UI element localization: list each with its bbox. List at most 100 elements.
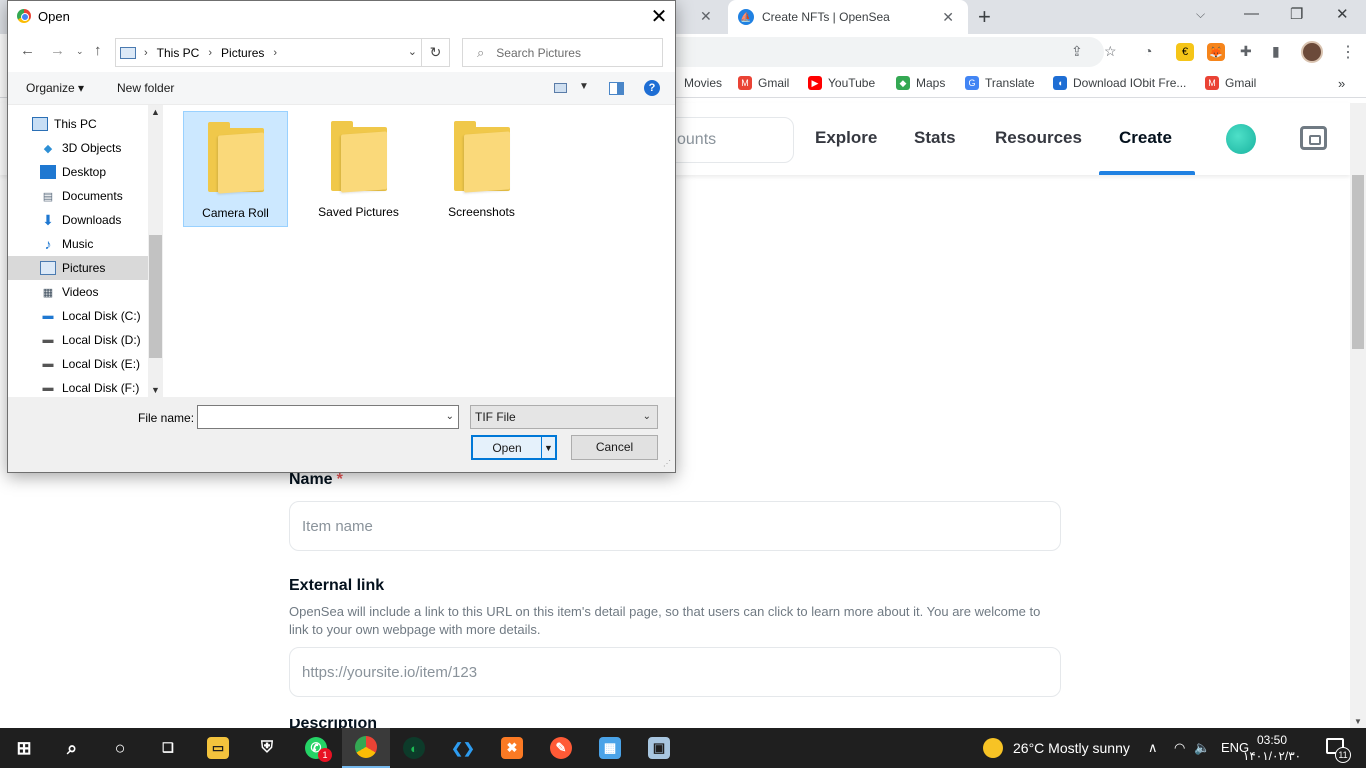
nav-explore[interactable]: Explore [815,128,877,148]
address-dropdown-icon[interactable]: ⌄ [408,45,417,58]
folder-camera-roll[interactable]: Camera Roll [183,111,288,227]
profile-avatar[interactable] [1301,41,1323,63]
open-button[interactable]: Open ▼ [471,435,557,460]
bookmark-translate[interactable]: G Translate [965,76,1035,90]
tree-item-local-disk-d[interactable]: ▬ Local Disk (D:) [8,328,148,352]
page-scrollbar[interactable]: ▼ [1350,103,1366,728]
browser-menu-icon[interactable]: ⋮ [1340,42,1356,62]
navigation-scrollbar[interactable]: ▲ ▼ [148,105,163,397]
page-scroll-thumb[interactable] [1352,175,1364,349]
help-icon[interactable]: ? [644,80,660,96]
external-link-input[interactable]: https://yoursite.io/item/123 [289,647,1061,697]
start-button[interactable]: ⊞ [0,728,48,768]
share-icon[interactable]: ⇪ [1071,43,1083,60]
nav-resources[interactable]: Resources [995,128,1082,148]
organize-menu[interactable]: Organize ▾ [26,81,84,95]
back-arrow-icon[interactable]: ← [20,42,35,59]
folder-screenshots[interactable]: Screenshots [429,111,534,227]
tree-item-pictures[interactable]: Pictures [8,256,148,280]
file-name-input[interactable]: ⌄ [197,405,459,429]
tree-item-videos[interactable]: ▦ Videos [8,280,148,304]
view-options-icon[interactable] [554,83,567,93]
bookmarks-overflow-icon[interactable]: » [1338,76,1345,91]
file-type-dropdown-icon[interactable]: ⌄ [643,411,651,422]
tab-close-icon[interactable]: ✕ [938,9,958,26]
wifi-icon[interactable]: ◠ [1174,740,1185,756]
taskbar-control-panel[interactable]: ▦ [586,728,634,768]
cortana-button[interactable]: ○ [96,728,144,768]
scroll-down-arrow-icon[interactable]: ▼ [151,385,160,395]
dialog-search-input[interactable]: ⌕ Search Pictures [462,38,663,67]
bookmark-movies[interactable]: Movies [684,76,722,90]
tab-search-icon[interactable]: ⌵ [1196,7,1205,22]
forward-arrow-icon[interactable]: → [50,42,65,59]
breadcrumb-pictures[interactable]: Pictures [221,46,264,60]
taskbar-chrome[interactable] [342,728,390,768]
refresh-button[interactable]: ↻ [422,38,450,67]
file-name-dropdown-icon[interactable]: ⌄ [446,411,454,422]
taskbar-security[interactable]: ⛨ [243,728,291,768]
extensions-puzzle-icon[interactable]: ✚ [1240,43,1252,60]
tab-close-icon[interactable]: ✕ [700,8,712,25]
account-avatar[interactable] [1226,124,1256,154]
folder-saved-pictures[interactable]: Saved Pictures [306,111,411,227]
weather-widget[interactable]: 26°C Mostly sunny [983,738,1130,758]
tree-item-downloads[interactable]: ⬇ Downloads [8,208,148,232]
tree-item-documents[interactable]: ▤ Documents [8,184,148,208]
scroll-up-arrow-icon[interactable]: ▲ [151,107,160,117]
new-tab-button[interactable]: + [978,4,991,30]
dialog-address-bar[interactable]: › This PC › Pictures › ⌄ [115,38,422,67]
tree-item-desktop[interactable]: Desktop [8,160,148,184]
navigation-scroll-thumb[interactable] [149,235,162,358]
minimize-button[interactable]: — [1244,5,1259,22]
browser-tab-active[interactable]: ⛵ Create NFTs | OpenSea ✕ [728,0,968,34]
bookmark-maps[interactable]: ◆ Maps [896,76,945,90]
taskbar-xampp[interactable]: ✖ [488,728,536,768]
bookmark-youtube[interactable]: ▶ YouTube [808,76,875,90]
close-window-button[interactable]: ✕ [1336,5,1349,23]
item-name-input[interactable]: Item name [289,501,1061,551]
cancel-button[interactable]: Cancel [571,435,658,460]
volume-icon[interactable]: 🔈 [1194,740,1210,756]
breadcrumb-this-pc[interactable]: This PC [157,46,200,60]
tree-item-this-pc[interactable]: This PC [8,112,148,136]
taskbar-vscode[interactable]: ❮❯ [439,728,487,768]
address-bar[interactable] [676,37,1104,67]
new-folder-button[interactable]: New folder [117,81,174,95]
taskbar-pen-app[interactable]: ✎ [537,728,585,768]
tree-item-local-disk-c[interactable]: ▬ Local Disk (C:) [8,304,148,328]
metamask-icon[interactable]: 🦊 [1207,43,1225,61]
dialog-close-button[interactable]: ✕ [645,3,673,31]
taskbar-file-explorer[interactable]: ▭ [194,728,242,768]
nav-create[interactable]: Create [1119,128,1172,148]
resize-grip-icon[interactable]: ⋰ [663,459,671,468]
view-dropdown-icon[interactable]: ▼ [579,81,589,92]
speed-extension-icon[interactable]: ◔ [1144,43,1152,59]
taskbar-search-button[interactable]: ⌕ [48,728,96,768]
tree-item-local-disk-e[interactable]: ▬ Local Disk (E:) [8,352,148,376]
nav-stats[interactable]: Stats [914,128,956,148]
bookmark-gmail-2[interactable]: M Gmail [1205,76,1256,90]
dialog-titlebar[interactable]: Open ✕ [8,1,675,32]
recent-locations-chevron-icon[interactable]: ⌄ [76,46,84,57]
extension-icon[interactable]: € [1176,43,1194,61]
task-view-button[interactable]: ❏ [144,728,192,768]
taskbar-window-app[interactable]: ▣ [635,728,683,768]
restore-button[interactable]: ❐ [1290,5,1303,23]
breadcrumb-chevron-icon[interactable]: › [273,47,277,59]
preview-pane-icon[interactable] [609,82,624,95]
bookmark-iobit[interactable]: ◖ Download IObit Fre... [1053,76,1186,90]
taskbar-app-d[interactable]: ◐ [390,728,438,768]
wallet-icon[interactable] [1300,126,1327,150]
tray-chevron-icon[interactable]: ∧ [1148,740,1158,756]
breadcrumb-chevron-icon[interactable]: › [208,47,212,59]
open-split-dropdown-icon[interactable]: ▼ [541,437,555,458]
file-type-select[interactable]: TIF File ⌄ [470,405,658,429]
tree-item-3d-objects[interactable]: ◆ 3D Objects [8,136,148,160]
tree-item-music[interactable]: ♪ Music [8,232,148,256]
taskbar-whatsapp[interactable]: ✆ 1 [292,728,340,768]
scroll-down-arrow-icon[interactable]: ▼ [1354,717,1362,726]
bookmark-star-icon[interactable]: ☆ [1104,43,1117,60]
up-arrow-icon[interactable]: ↑ [94,42,102,59]
breadcrumb-chevron-icon[interactable]: › [144,47,148,59]
